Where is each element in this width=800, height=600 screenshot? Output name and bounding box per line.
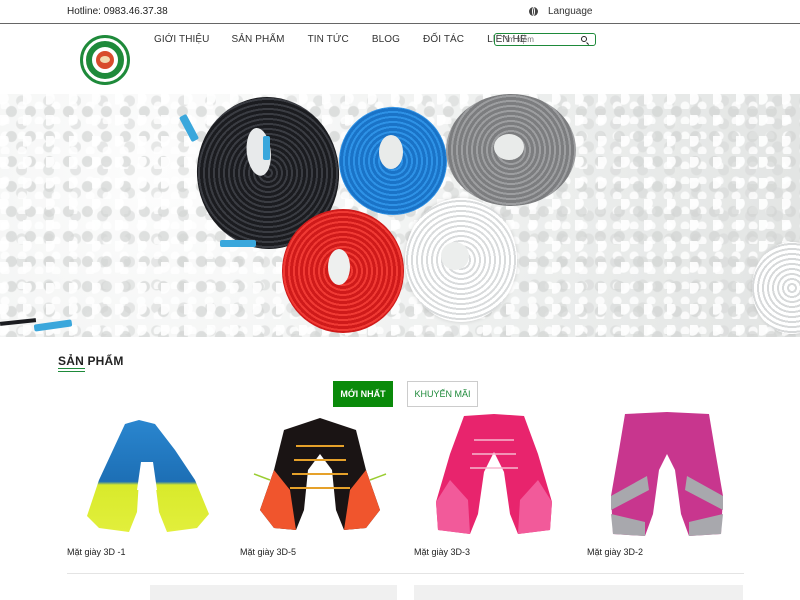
top-bar: Hotline: 0983.46.37.38 Language — [0, 0, 800, 24]
product-image[interactable] — [587, 410, 747, 538]
search-icon[interactable] — [581, 36, 587, 42]
section-title: SẢN PHẨM — [58, 354, 124, 368]
search-input[interactable] — [501, 35, 581, 44]
language-selector[interactable]: Language — [529, 6, 593, 17]
globe-icon — [529, 7, 538, 16]
red-shoelace-image — [282, 209, 404, 333]
hotline-text[interactable]: Hotline: 0983.46.37.38 — [67, 6, 168, 17]
product-name[interactable]: Mặt giày 3D -1 — [67, 547, 126, 557]
product-card[interactable]: Mặt giày 3D-3 — [414, 410, 574, 560]
blue-shoelace-image — [339, 107, 447, 215]
title-underline — [58, 368, 85, 372]
tiger-emblem-icon — [96, 51, 114, 69]
product-name[interactable]: Mặt giày 3D-5 — [240, 547, 296, 557]
product-card[interactable]: Mặt giày 3D-5 — [240, 410, 400, 560]
main-nav: GIỚI THIỆU SẢN PHẨM TIN TỨC BLOG ĐỐI TÁC… — [154, 34, 550, 45]
nav-item-doi-tac[interactable]: ĐỐI TÁC — [423, 34, 464, 45]
aglet-blue — [263, 136, 270, 160]
grey-shoelace-image — [446, 94, 576, 206]
tab-moi-nhat[interactable]: MỚI NHẤT — [333, 381, 393, 407]
bottom-banner-left[interactable] — [150, 585, 397, 600]
product-image[interactable] — [240, 410, 400, 538]
product-card[interactable]: Mặt giày 3D-2 — [587, 410, 747, 560]
search-box — [494, 33, 596, 46]
product-card[interactable]: Mặt giày 3D -1 — [67, 410, 227, 560]
nav-item-blog[interactable]: BLOG — [372, 34, 400, 45]
nav-item-tin-tuc[interactable]: TIN TỨC — [308, 34, 349, 45]
aglet-blue — [220, 240, 256, 247]
tab-khuyen-mai[interactable]: KHUYẾN MÃI — [407, 381, 478, 407]
section-divider — [67, 573, 744, 574]
site-header: GIỚI THIỆU SẢN PHẨM TIN TỨC BLOG ĐỐI TÁC… — [0, 24, 800, 94]
product-name[interactable]: Mặt giày 3D-2 — [587, 547, 643, 557]
hero-banner[interactable] — [0, 94, 800, 337]
product-name[interactable]: Mặt giày 3D-3 — [414, 547, 470, 557]
white-shoelace-image — [405, 198, 517, 322]
product-image[interactable] — [414, 410, 574, 538]
site-logo[interactable] — [80, 35, 130, 85]
nav-item-gioi-thieu[interactable]: GIỚI THIỆU — [154, 34, 210, 45]
bottom-banner-right[interactable] — [414, 585, 743, 600]
nav-item-san-pham[interactable]: SẢN PHẨM — [232, 34, 285, 45]
language-label: Language — [548, 6, 593, 17]
product-image[interactable] — [67, 410, 227, 538]
